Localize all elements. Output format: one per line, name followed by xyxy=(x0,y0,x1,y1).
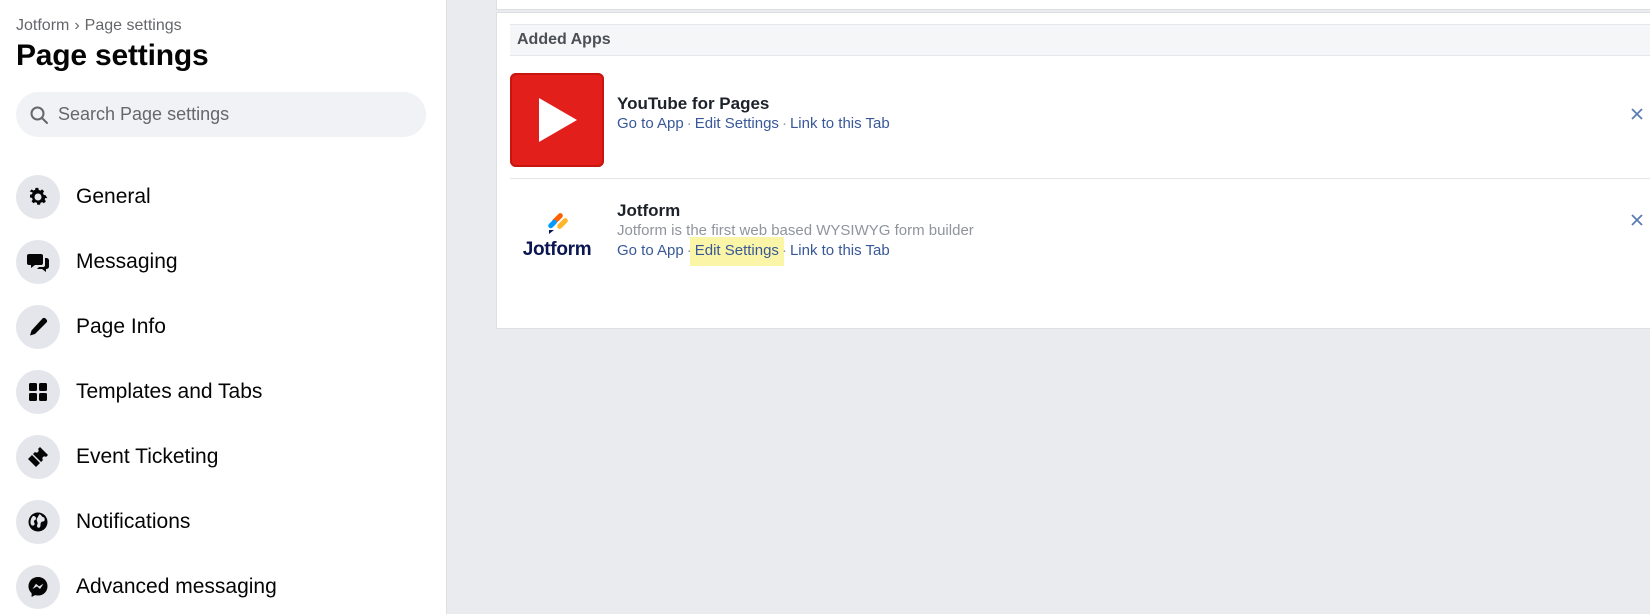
page-title: Page settings xyxy=(16,39,209,72)
edit-settings-link[interactable]: Edit Settings xyxy=(689,237,784,266)
sidebar-item-general[interactable]: General xyxy=(16,164,436,229)
page-root: Jotform›Page settings Page settings Gene… xyxy=(0,0,1650,614)
gear-icon xyxy=(16,174,60,219)
jotform-logo[interactable]: Jotform xyxy=(510,189,604,283)
settings-sidebar: Jotform›Page settings Page settings Gene… xyxy=(0,0,446,614)
messenger-icon xyxy=(16,564,60,609)
link-to-tab-link[interactable]: Link to this Tab xyxy=(790,115,890,132)
sidebar-item-page-info[interactable]: Page Info xyxy=(16,294,436,359)
close-icon xyxy=(1631,213,1643,231)
link-to-tab-link[interactable]: Link to this Tab xyxy=(790,242,890,259)
edit-settings-link[interactable]: Edit Settings xyxy=(695,115,779,132)
close-icon xyxy=(1631,107,1643,125)
link-separator: · xyxy=(686,115,692,132)
jotform-mark-icon xyxy=(548,213,568,234)
sidebar-item-label: General xyxy=(76,184,151,208)
app-name: YouTube for Pages xyxy=(617,94,770,113)
sidebar-item-notifications[interactable]: Notifications xyxy=(16,489,436,554)
sidebar-item-label: Advanced messaging xyxy=(76,574,277,598)
breadcrumb: Jotform › Page settings xyxy=(16,17,182,35)
app-name: Jotform xyxy=(617,201,681,220)
globe-icon xyxy=(16,499,60,544)
previous-panel-edge xyxy=(496,0,1650,10)
app-links: Go to App·Edit Settings·Link to this Tab xyxy=(617,114,890,134)
grid-icon xyxy=(16,369,60,414)
link-separator: · xyxy=(781,115,787,132)
sidebar-item-label: Messaging xyxy=(76,249,178,273)
app-row-jotform: Jotform Jotform Jotform is the first web… xyxy=(510,179,1650,279)
remove-app-button[interactable] xyxy=(1629,214,1645,230)
ticket-icon xyxy=(16,434,60,479)
app-info: Jotform Jotform is the first web based W… xyxy=(617,201,974,266)
search-input[interactable] xyxy=(56,103,400,126)
sidebar-item-label: Templates and Tabs xyxy=(76,379,263,403)
app-row-youtube: YouTube for Pages Go to App · Edit Setting… xyxy=(510,73,1650,179)
search-icon xyxy=(28,104,50,126)
sidebar-item-label: Page Info xyxy=(76,314,166,338)
remove-app-button[interactable] xyxy=(1629,108,1645,124)
app-links: Go to App·Edit Settings·Link to this Tab xyxy=(617,237,974,266)
section-header: Added Apps xyxy=(510,24,1650,56)
sidebar-item-label: Notifications xyxy=(76,509,191,533)
link-separator: · xyxy=(781,242,787,259)
sidebar-item-messaging[interactable]: Messaging xyxy=(16,229,436,294)
breadcrumb-current: Page settings xyxy=(84,17,182,34)
go-to-app-link[interactable]: Go to App xyxy=(617,115,684,132)
sidebar-item-templates-and-tabs[interactable]: Templates and Tabs xyxy=(16,359,436,424)
pencil-icon xyxy=(16,304,60,349)
search-box[interactable] xyxy=(16,92,426,137)
sidebar-item-label: Event Ticketing xyxy=(76,444,219,468)
chat-bubbles-icon xyxy=(16,239,60,284)
added-apps-panel: Added Apps YouTube for Pages Go to App · E… xyxy=(496,12,1650,329)
breadcrumb-separator: › xyxy=(74,17,80,34)
app-description: Jotform is the first web based WYSIWYG f… xyxy=(617,222,974,239)
sidebar-item-advanced-messaging[interactable]: Advanced messaging xyxy=(16,554,436,614)
breadcrumb-parent-link[interactable]: Jotform xyxy=(16,17,69,34)
sidebar-item-event-ticketing[interactable]: Event Ticketing xyxy=(16,424,436,489)
youtube-play-icon[interactable] xyxy=(510,73,604,167)
settings-nav: General Messaging Page Info Templates an… xyxy=(16,164,436,614)
go-to-app-link[interactable]: Go to App xyxy=(617,242,684,259)
jotform-wordmark: Jotform xyxy=(522,239,592,260)
app-info: YouTube for Pages Go to App · Edit Setting… xyxy=(617,94,890,134)
